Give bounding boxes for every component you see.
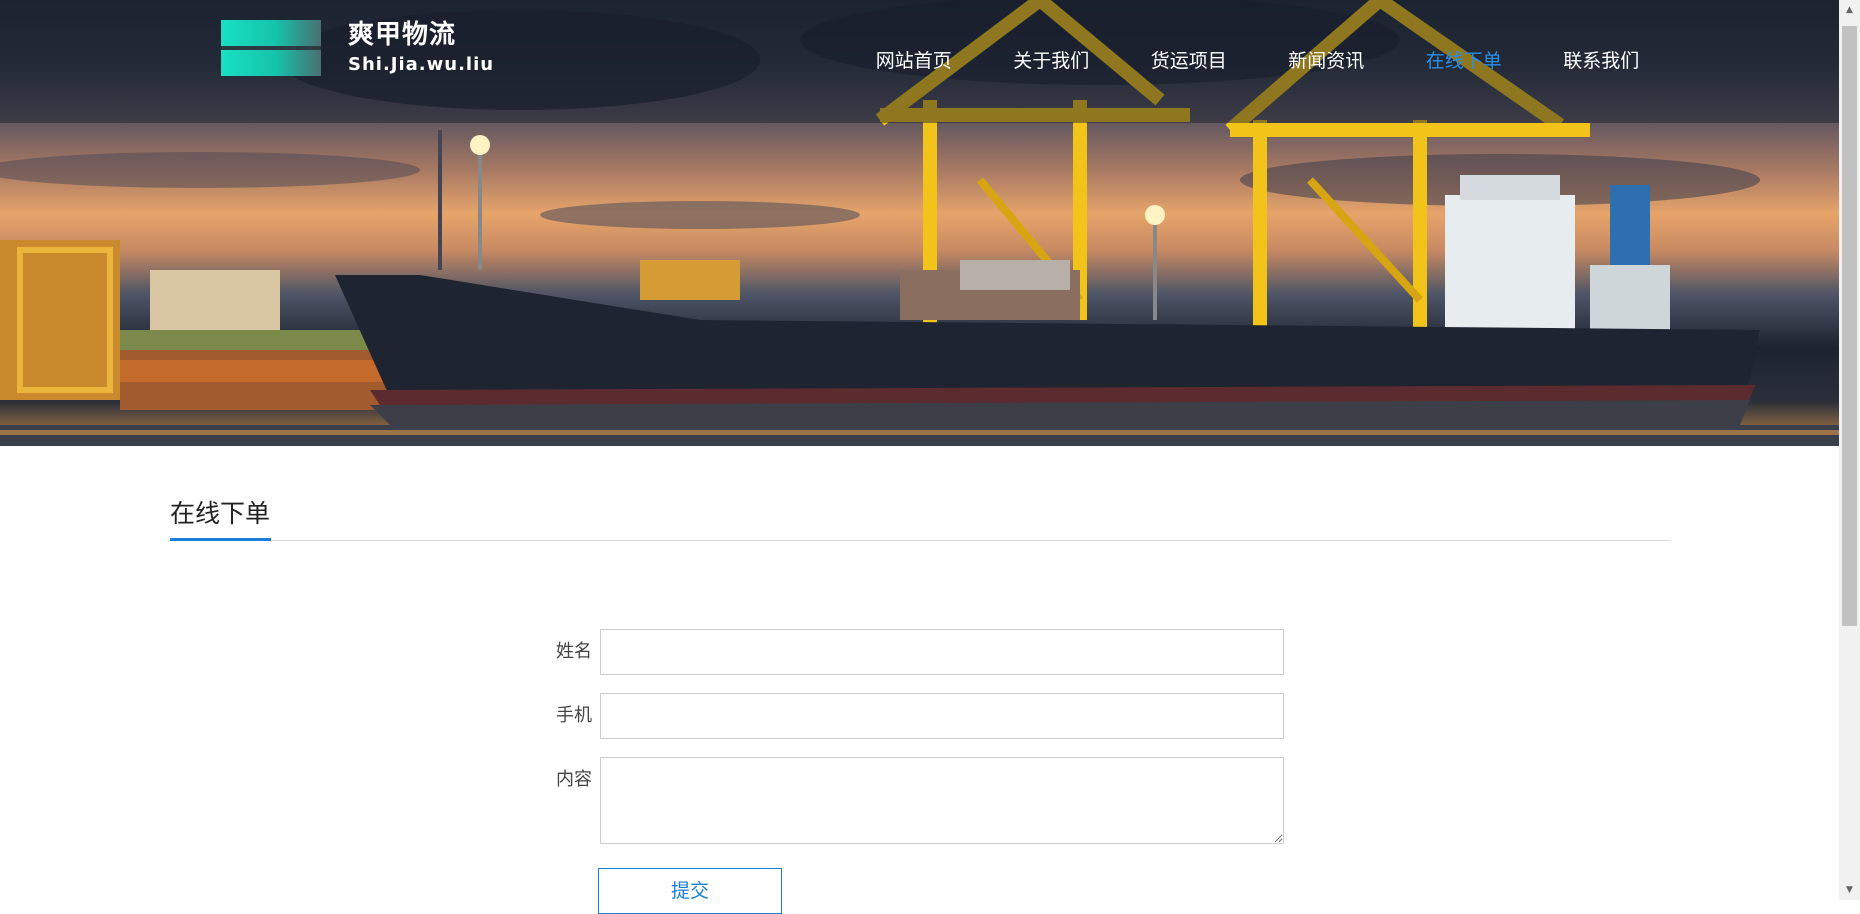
name-label: 姓名 <box>556 641 592 662</box>
scroll-up-arrow-icon[interactable]: ▲ <box>1839 2 1860 18</box>
title-accent-bar <box>170 538 271 541</box>
scroll-down-arrow-icon[interactable]: ▼ <box>1839 882 1860 898</box>
main-nav: 网站首页 关于我们 货运项目 新闻资讯 在线下单 联系我们 <box>845 46 1670 76</box>
nav-item-freight[interactable]: 货运项目 <box>1120 46 1258 76</box>
scrollbar-thumb[interactable] <box>1842 26 1857 626</box>
phone-label: 手机 <box>556 705 592 726</box>
nav-item-order-online[interactable]: 在线下单 <box>1395 46 1533 76</box>
brand-name-en: Shi.Jia.wu.liu <box>348 54 495 75</box>
nav-item-home[interactable]: 网站首页 <box>845 46 983 76</box>
page-title: 在线下单 <box>170 499 271 528</box>
logo-icon[interactable] <box>221 20 321 76</box>
phone-field[interactable] <box>600 693 1284 739</box>
name-field[interactable] <box>600 629 1284 675</box>
nav-item-news[interactable]: 新闻资讯 <box>1258 46 1396 76</box>
brand-logo[interactable]: 爽甲物流 Shi.Jia.wu.liu <box>348 18 494 78</box>
title-divider <box>170 540 1671 541</box>
vertical-scrollbar[interactable]: ▲ ▼ <box>1839 0 1860 900</box>
submit-button[interactable]: 提交 <box>598 868 782 914</box>
logo-bar-bottom <box>221 50 321 76</box>
logo-bar-top <box>221 20 321 46</box>
hero-banner: 爽甲物流 Shi.Jia.wu.liu 网站首页 关于我们 货运项目 新闻资讯 … <box>0 0 1839 446</box>
content-label: 内容 <box>556 769 592 790</box>
nav-item-contact[interactable]: 联系我们 <box>1533 46 1671 76</box>
brand-name-cn: 爽甲物流 <box>348 20 457 50</box>
content-field[interactable] <box>600 757 1284 844</box>
nav-item-about[interactable]: 关于我们 <box>983 46 1121 76</box>
